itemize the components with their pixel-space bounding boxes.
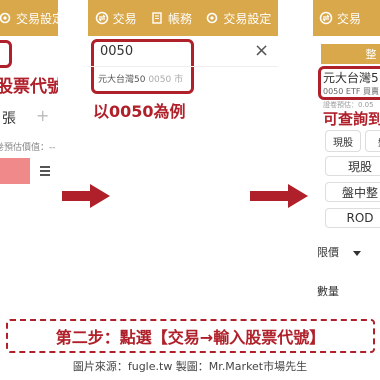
spot-button[interactable]: 現股 [325,130,361,152]
highlight-box [0,40,12,68]
top-nav-bar: 交易 帳務 交易設定 [88,0,278,36]
estimate-hint: 證卷預估價值：-- 元 [0,143,58,153]
panel-right: 交易 整 元大台灣5 0050 ETF 買賣 證卷預估：0.05 可查詢到 現股… [313,0,380,310]
top-nav-bar: 交易設定 [0,0,58,36]
submit-button[interactable] [0,158,30,184]
swap-icon [95,11,108,25]
quantity-plus[interactable]: + [36,106,49,125]
panel-middle: 交易 帳務 交易設定 0050 × 元大台灣50 0050 市 以0050為例 [88,0,278,310]
intraday-odd-lot-button[interactable]: 盤中整 [325,182,380,202]
tab-label: 交易 [112,11,137,26]
step-title: 第二步：點選【交易→輸入股票代號】 [55,328,326,347]
step-title-box: 第二步：點選【交易→輸入股票代號】 [6,319,375,353]
tab-accounts[interactable]: 帳務 [150,10,192,27]
menu-icon[interactable] [40,166,50,176]
stock-meta: 0050 ETF 買賣 [323,87,379,96]
chevron-down-icon [352,250,361,256]
result-name: 元大台灣50 [98,75,146,85]
example-label: 以0050為例 [93,102,186,121]
search-input[interactable]: 0050 [100,44,133,59]
found-label: 可查詢到 [323,110,380,128]
tab-trade[interactable]: 交易 [319,10,361,27]
tab-trade-settings[interactable]: 交易設定 [205,10,271,27]
order-type-label: 整 [365,48,377,61]
result-code: 0050 市 [148,75,184,85]
tab-label: 交易設定 [16,11,58,26]
top-nav-bar: 交易 [313,0,380,36]
quantity-label: 數量 [317,285,339,298]
search-result-item[interactable]: 元大台灣50 0050 市 [98,72,183,85]
panel-left: 交易設定 股票代號 張 + 證卷預估價值：-- 元 [0,0,58,310]
price-type-label: 限價 [317,246,339,259]
gear-icon [207,12,218,24]
arrow-right-icon [62,184,110,208]
gear-icon [0,12,11,24]
step-label: 股票代號 [0,77,58,97]
tab-label: 交易設定 [223,11,272,26]
tab-trade-settings[interactable]: 交易設定 [0,10,58,27]
price-type-select[interactable]: 限價 [317,244,361,260]
arrow-right-icon [250,184,308,208]
quantity-unit: 張 [2,111,16,127]
stock-name: 元大台灣5 [323,71,379,85]
rod-button[interactable]: ROD [325,208,380,228]
document-icon [152,12,162,24]
image-source-credit: 圖片來源：fugle.tw 製圖：Mr.Market市場先生 [72,360,308,373]
tab-label: 交易 [337,11,362,26]
clear-icon[interactable]: × [254,40,269,61]
search-divider [88,66,278,67]
tab-label: 帳務 [167,11,192,26]
tab-trade[interactable]: 交易 [95,10,137,27]
spot-trade-button[interactable]: 現股 [325,156,380,176]
order-type-tab[interactable]: 整 [321,44,380,64]
swap-icon [319,11,333,25]
intraday-tab-button[interactable]: 盤 [365,130,380,152]
